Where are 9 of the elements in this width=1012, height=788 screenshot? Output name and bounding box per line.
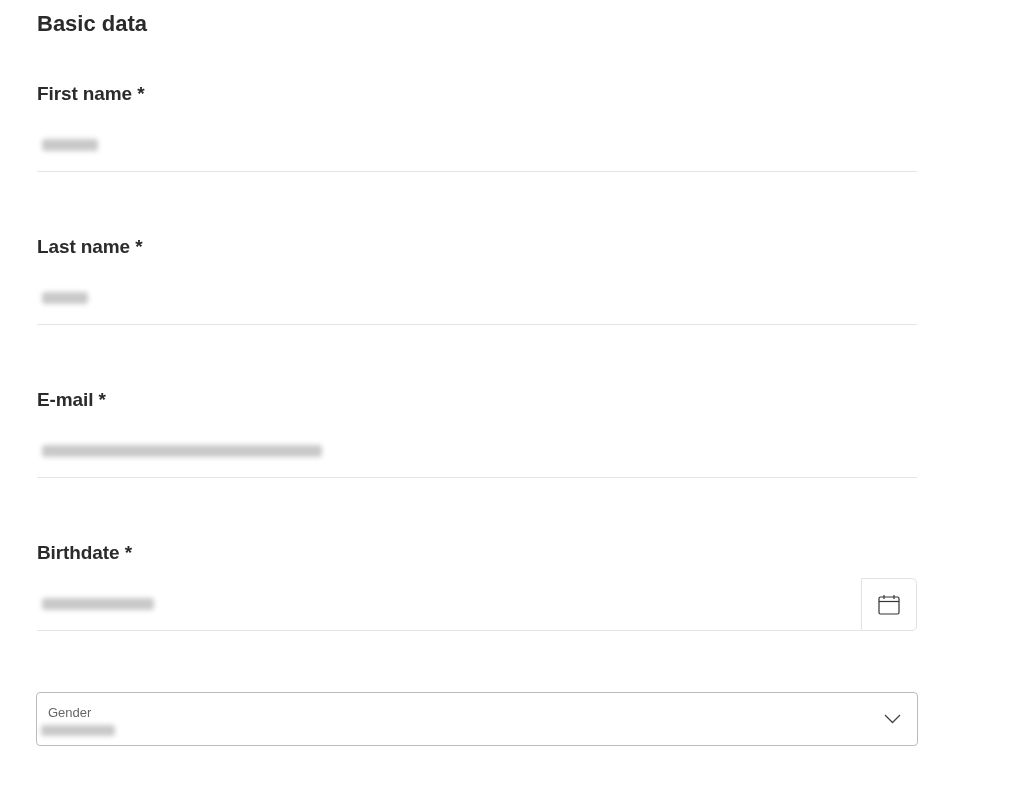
field-label: Last name *	[37, 236, 143, 258]
calendar-icon	[878, 594, 900, 615]
calendar-button[interactable]	[861, 578, 917, 631]
field-label: Birthdate *	[37, 542, 132, 564]
field-label: E-mail *	[37, 389, 106, 411]
gender-dropdown[interactable]: Gender	[36, 692, 918, 746]
section-title: Basic data	[37, 10, 148, 38]
field-label: First name *	[37, 83, 145, 105]
chevron-down-icon	[884, 714, 901, 724]
